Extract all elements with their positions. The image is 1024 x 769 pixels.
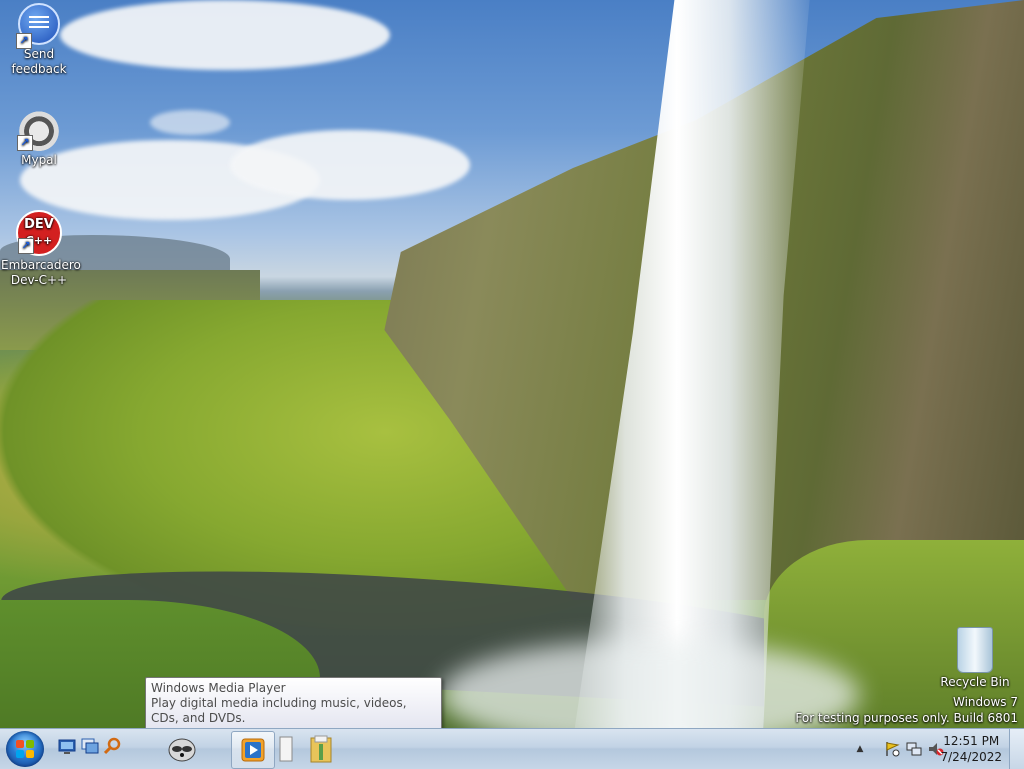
desktop-icon-send-feedback[interactable]: ↗ Send feedback bbox=[1, 3, 77, 77]
desktop-icon-devcpp[interactable]: DEV C++ ↗ Embarcadero Dev-C++ bbox=[1, 210, 81, 288]
tooltip-description: Play digital media including music, vide… bbox=[151, 696, 407, 725]
desktop-icon-label: Dev-C++ bbox=[10, 273, 68, 287]
action-center-flag-icon[interactable] bbox=[884, 741, 900, 757]
recycle-bin-icon bbox=[957, 627, 993, 673]
taskbar-tooltip: Windows Media Player Play digital media … bbox=[145, 677, 442, 730]
mypal-icon bbox=[168, 738, 196, 762]
send-feedback-icon: ↗ bbox=[16, 3, 60, 49]
desktop-icon-mypal[interactable]: ↗ Mypal bbox=[1, 107, 77, 168]
windows-media-player-icon bbox=[241, 738, 265, 762]
switch-windows-icon[interactable] bbox=[81, 737, 99, 755]
windows-start-orb-icon bbox=[16, 740, 34, 758]
show-desktop-button[interactable] bbox=[1009, 729, 1024, 769]
show-desktop-icon[interactable] bbox=[58, 737, 76, 755]
watermark-os-name: Windows 7 bbox=[952, 695, 1018, 709]
taskbar-button-windows-media-player[interactable] bbox=[231, 731, 275, 769]
desktop-wallpaper bbox=[0, 0, 1024, 728]
desktop-icon-recycle-bin[interactable]: Recycle Bin bbox=[937, 627, 1013, 690]
desktop-icon-label: feedback bbox=[11, 62, 67, 76]
clock-date: 7/24/2022 bbox=[940, 750, 1002, 764]
start-button[interactable] bbox=[6, 731, 44, 767]
watermark-build-info: For testing purposes only. Build 6801 bbox=[795, 711, 1018, 725]
desktop-icon-label: Recycle Bin bbox=[940, 675, 1010, 689]
search-icon[interactable] bbox=[103, 737, 122, 755]
desktop-icon-label: Send bbox=[23, 47, 55, 61]
taskbar: ▲ 12:51 PM 7/24/2022 bbox=[0, 728, 1024, 769]
network-icon[interactable] bbox=[906, 741, 922, 757]
desktop-icon-label: Embarcadero bbox=[1, 258, 81, 272]
clock-time: 12:51 PM bbox=[943, 734, 1000, 748]
windows-build-watermark: Windows 7 For testing purposes only. Bui… bbox=[795, 694, 1018, 726]
devcpp-icon: DEV C++ ↗ bbox=[16, 210, 62, 256]
system-clock[interactable]: 12:51 PM 7/24/2022 bbox=[940, 733, 1002, 765]
taskbar-button-document[interactable] bbox=[277, 731, 295, 767]
tooltip-title: Windows Media Player bbox=[151, 681, 286, 695]
mypal-raccoon-icon: ↗ bbox=[17, 107, 61, 151]
show-hidden-icons-chevron[interactable]: ▲ bbox=[852, 741, 868, 757]
desktop-icon-label: Mypal bbox=[21, 153, 57, 167]
file-explorer-icon bbox=[310, 735, 332, 763]
taskbar-button-mypal[interactable] bbox=[160, 731, 204, 767]
taskbar-button-file-explorer[interactable] bbox=[306, 731, 336, 767]
blank-document-icon bbox=[279, 736, 293, 762]
